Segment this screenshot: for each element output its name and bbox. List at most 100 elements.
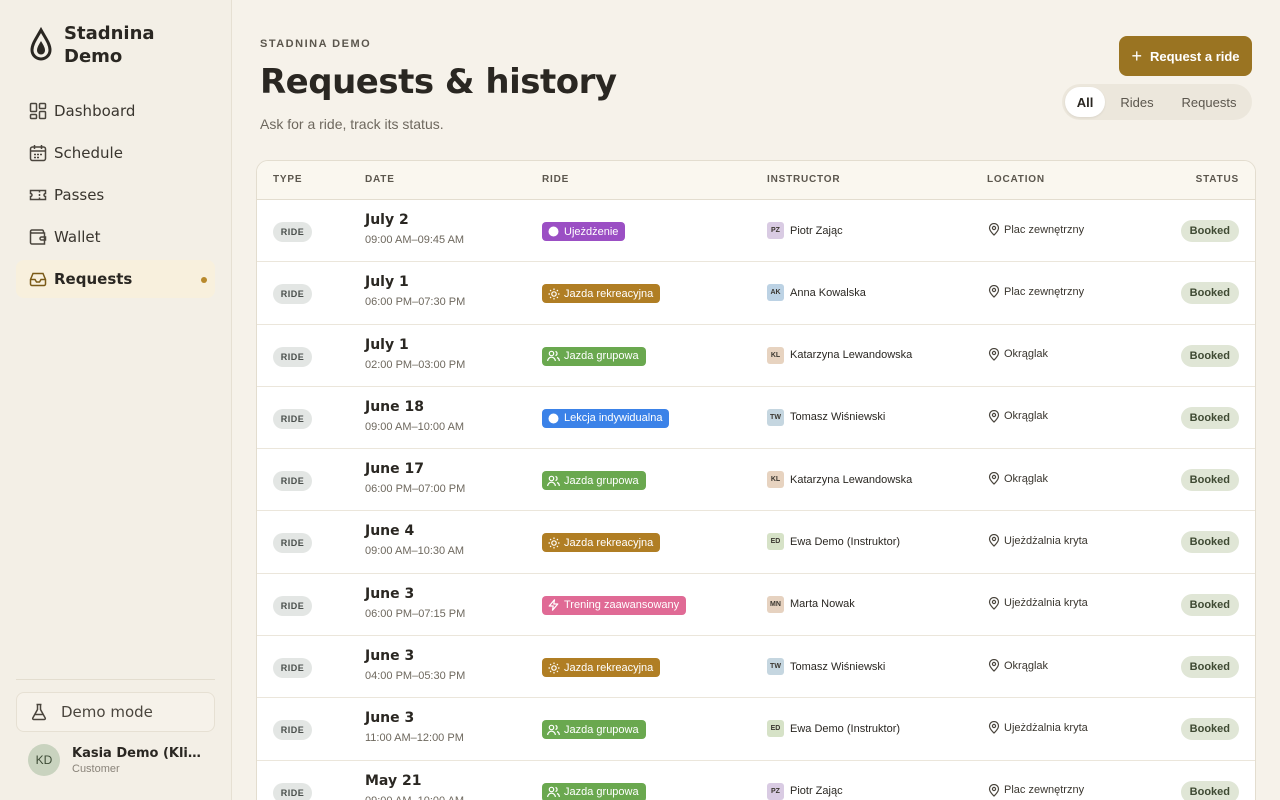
sidebar-item-label: Passes xyxy=(54,186,105,204)
location: Okrąglak xyxy=(987,347,1049,361)
table-row[interactable]: RIDE July 1 02:00 PM–03:00 PM Jazda grup… xyxy=(257,325,1255,387)
sidebar-divider xyxy=(16,679,215,680)
table-body: RIDE July 2 09:00 AM–09:45 AM Ujeżdżenie… xyxy=(257,200,1255,800)
users-icon xyxy=(547,723,560,736)
page-subtitle: Ask for a ride, track its status. xyxy=(260,116,444,132)
location: Plac zewnętrzny xyxy=(987,783,1084,797)
instructor: PZ Piotr Zając xyxy=(767,782,843,800)
instructor-avatar: TW xyxy=(767,408,784,426)
location: Plac zewnętrzny xyxy=(987,223,1084,236)
table-row[interactable]: RIDE July 2 09:00 AM–09:45 AM Ujeżdżenie… xyxy=(257,200,1255,263)
instructor: KL Katarzyna Lewandowska xyxy=(767,471,912,489)
status-badge: Booked xyxy=(1180,718,1239,741)
table-row[interactable]: RIDE May 21 09:00 AM–10:00 AM Jazda grup… xyxy=(257,761,1255,800)
status-badge: Booked xyxy=(1180,656,1239,679)
filter-requests[interactable]: Requests xyxy=(1169,87,1249,117)
instructor-name: Anna Kowalska xyxy=(790,286,866,299)
location: Okrąglak xyxy=(987,409,1048,423)
brand-name: Stadnina Demo xyxy=(64,23,155,67)
map-pin-icon xyxy=(987,783,1000,797)
instructor: TW Tomasz Wiśniewski xyxy=(767,408,885,426)
type-badge: RIDE xyxy=(273,222,312,242)
instructor-name: Ewa Demo (Instruktor) xyxy=(790,722,901,735)
plus-icon: + xyxy=(1131,46,1142,66)
sidebar-item-passes[interactable]: Passes xyxy=(16,176,215,214)
filter-rides[interactable]: Rides xyxy=(1105,87,1169,117)
location: Plac zewnętrzny xyxy=(987,285,1084,299)
location-name: Ujeżdżalnia kryta xyxy=(1004,597,1088,610)
instructor-avatar: KL xyxy=(767,471,784,489)
ride-type-label: Jazda rekreacyjna xyxy=(564,536,654,549)
type-badge: RIDE xyxy=(273,658,312,679)
sun-icon xyxy=(547,536,560,549)
request-ride-label: Request a ride xyxy=(1149,48,1240,64)
sidebar-nav: Dashboard Schedule Passes Wallet Request… xyxy=(16,92,215,302)
status-badge: Booked xyxy=(1180,469,1239,492)
ride-type-badge: Jazda rekreacyjna xyxy=(542,284,661,304)
instructor-name: Tomasz Wiśniewski xyxy=(790,660,886,673)
table-row[interactable]: RIDE July 1 06:00 PM–07:30 PM Jazda rekr… xyxy=(257,262,1255,325)
filter-all[interactable]: All xyxy=(1065,87,1105,117)
flask-icon xyxy=(29,702,49,722)
location: Okrąglak xyxy=(987,659,1048,672)
ride-date: June 3 xyxy=(365,710,415,727)
status-badge: Booked xyxy=(1180,593,1239,616)
column-header-date: DATE xyxy=(365,174,395,185)
sidebar-item-label: Schedule xyxy=(54,144,123,162)
table-row[interactable]: RIDE June 18 09:00 AM–10:00 AM Lekcja in… xyxy=(257,387,1255,450)
calendar-icon xyxy=(28,143,48,163)
brand[interactable]: Stadnina Demo xyxy=(28,22,184,68)
table-header: TYPE DATE RIDE INSTRUCTOR LOCATION STATU… xyxy=(257,161,1255,200)
table-row[interactable]: RIDE June 3 04:00 PM–05:30 PM Jazda rekr… xyxy=(257,636,1255,699)
sidebar: Stadnina Demo Dashboard Schedule Passes xyxy=(0,0,232,800)
type-badge: RIDE xyxy=(273,471,312,492)
table-row[interactable]: RIDE June 17 06:00 PM–07:00 PM Jazda gru… xyxy=(257,449,1255,512)
user-name: Kasia Demo (Klie... xyxy=(72,745,202,761)
sidebar-item-requests[interactable]: Requests xyxy=(16,260,215,298)
ride-date: June 3 xyxy=(365,648,415,665)
ride-date: June 18 xyxy=(365,398,424,415)
location-name: Ujeżdżalnia kryta xyxy=(1004,534,1088,547)
request-ride-button[interactable]: + Request a ride xyxy=(1119,36,1252,76)
ride-time: 09:00 AM–10:00 AM xyxy=(365,420,465,433)
location-name: Okrąglak xyxy=(1004,348,1049,361)
instructor-avatar: PZ xyxy=(767,782,784,800)
ride-type-label: Jazda rekreacyjna xyxy=(564,661,654,674)
table-row[interactable]: RIDE June 4 09:00 AM–10:30 AM Jazda rekr… xyxy=(257,511,1255,574)
status-badge: Booked xyxy=(1180,220,1239,242)
sidebar-item-schedule[interactable]: Schedule xyxy=(16,134,215,172)
instructor: PZ Piotr Zając xyxy=(767,222,843,239)
sidebar-item-dashboard[interactable]: Dashboard xyxy=(16,92,215,130)
circle-icon xyxy=(547,225,560,238)
ride-type-badge: Jazda rekreacyjna xyxy=(542,658,661,678)
demo-mode-button[interactable]: Demo mode xyxy=(16,692,215,732)
status-badge: Booked xyxy=(1180,344,1239,367)
table-row[interactable]: RIDE June 3 11:00 AM–12:00 PM Jazda grup… xyxy=(257,698,1255,761)
ride-time: 06:00 PM–07:15 PM xyxy=(365,607,466,620)
sidebar-item-wallet[interactable]: Wallet xyxy=(16,218,215,256)
type-badge: RIDE xyxy=(273,720,312,741)
status-badge: Booked xyxy=(1180,282,1239,305)
history-table: TYPE DATE RIDE INSTRUCTOR LOCATION STATU… xyxy=(256,160,1256,800)
unread-dot xyxy=(201,277,207,283)
instructor-avatar: AK xyxy=(767,284,784,302)
ride-date: May 21 xyxy=(365,772,422,789)
ride-type-badge: Jazda rekreacyjna xyxy=(542,533,661,553)
ride-date: July 1 xyxy=(365,336,409,353)
ride-date: July 1 xyxy=(365,274,409,291)
ride-type-label: Lekcja indywidualna xyxy=(564,412,663,425)
column-header-location: LOCATION xyxy=(987,174,1045,185)
ride-type-badge: Jazda grupowa xyxy=(542,471,646,491)
map-pin-icon xyxy=(987,409,1000,423)
sun-icon xyxy=(547,287,560,300)
location-name: Okrąglak xyxy=(1004,659,1049,672)
ride-type-label: Ujeżdżenie xyxy=(564,225,619,238)
table-row[interactable]: RIDE June 3 06:00 PM–07:15 PM Trening za… xyxy=(257,574,1255,637)
ride-type-label: Jazda grupowa xyxy=(564,786,639,799)
ride-type-label: Jazda grupowa xyxy=(564,350,639,363)
type-badge: RIDE xyxy=(273,284,312,305)
ride-date: June 17 xyxy=(365,461,424,478)
type-badge: RIDE xyxy=(273,408,312,429)
status-badge: Booked xyxy=(1180,780,1239,800)
user-profile[interactable]: KD Kasia Demo (Klie... Customer xyxy=(28,744,202,776)
